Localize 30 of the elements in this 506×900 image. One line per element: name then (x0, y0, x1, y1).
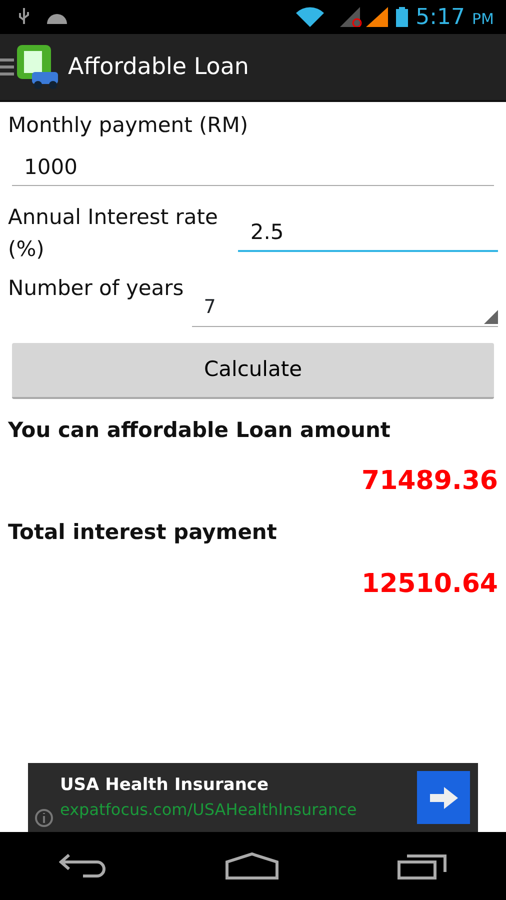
result-value: 12510.64 (360, 568, 498, 600)
home-icon[interactable] (225, 852, 279, 880)
arrow-icon (430, 786, 458, 808)
calculator-car-icon[interactable] (14, 44, 60, 90)
back-icon[interactable] (59, 853, 107, 879)
signal-icon (366, 7, 388, 27)
result-label: Total interest payment (8, 519, 278, 546)
result-value: 71489.36 (360, 465, 498, 498)
field-label: Number of years (8, 275, 184, 302)
ad-arrow-button[interactable] (417, 771, 470, 824)
clock: 5:17 PM (416, 4, 494, 32)
signal-icon (340, 7, 362, 27)
ad-banner[interactable]: USA Health Insurance expatfocus.com/USAHealthInsurance (28, 763, 478, 832)
menu-icon[interactable] (0, 57, 14, 77)
dropdown[interactable]: 7 (192, 289, 498, 326)
dropdown-corner-icon (484, 310, 498, 324)
info-icon[interactable] (34, 808, 54, 828)
field-label: Monthly payment (RM) (8, 112, 250, 139)
app-title: Affordable Loan (68, 52, 250, 82)
result-label: You can affordable Loan amount (8, 416, 392, 444)
battery-icon (396, 7, 408, 27)
field-label: Annual Interest rate (%) (8, 204, 219, 262)
wifi-icon (296, 7, 324, 27)
recent-apps-icon[interactable] (397, 852, 447, 880)
ad-title: USA Health Insurance (60, 774, 270, 797)
input-field[interactable]: 1000 (12, 150, 494, 186)
calculate-button[interactable]: Calculate (12, 342, 494, 398)
ad-link[interactable]: expatfocus.com/USAHealthInsurance (60, 798, 417, 822)
usb-icon (18, 8, 30, 26)
input-field[interactable]: 2.5 (238, 214, 498, 252)
